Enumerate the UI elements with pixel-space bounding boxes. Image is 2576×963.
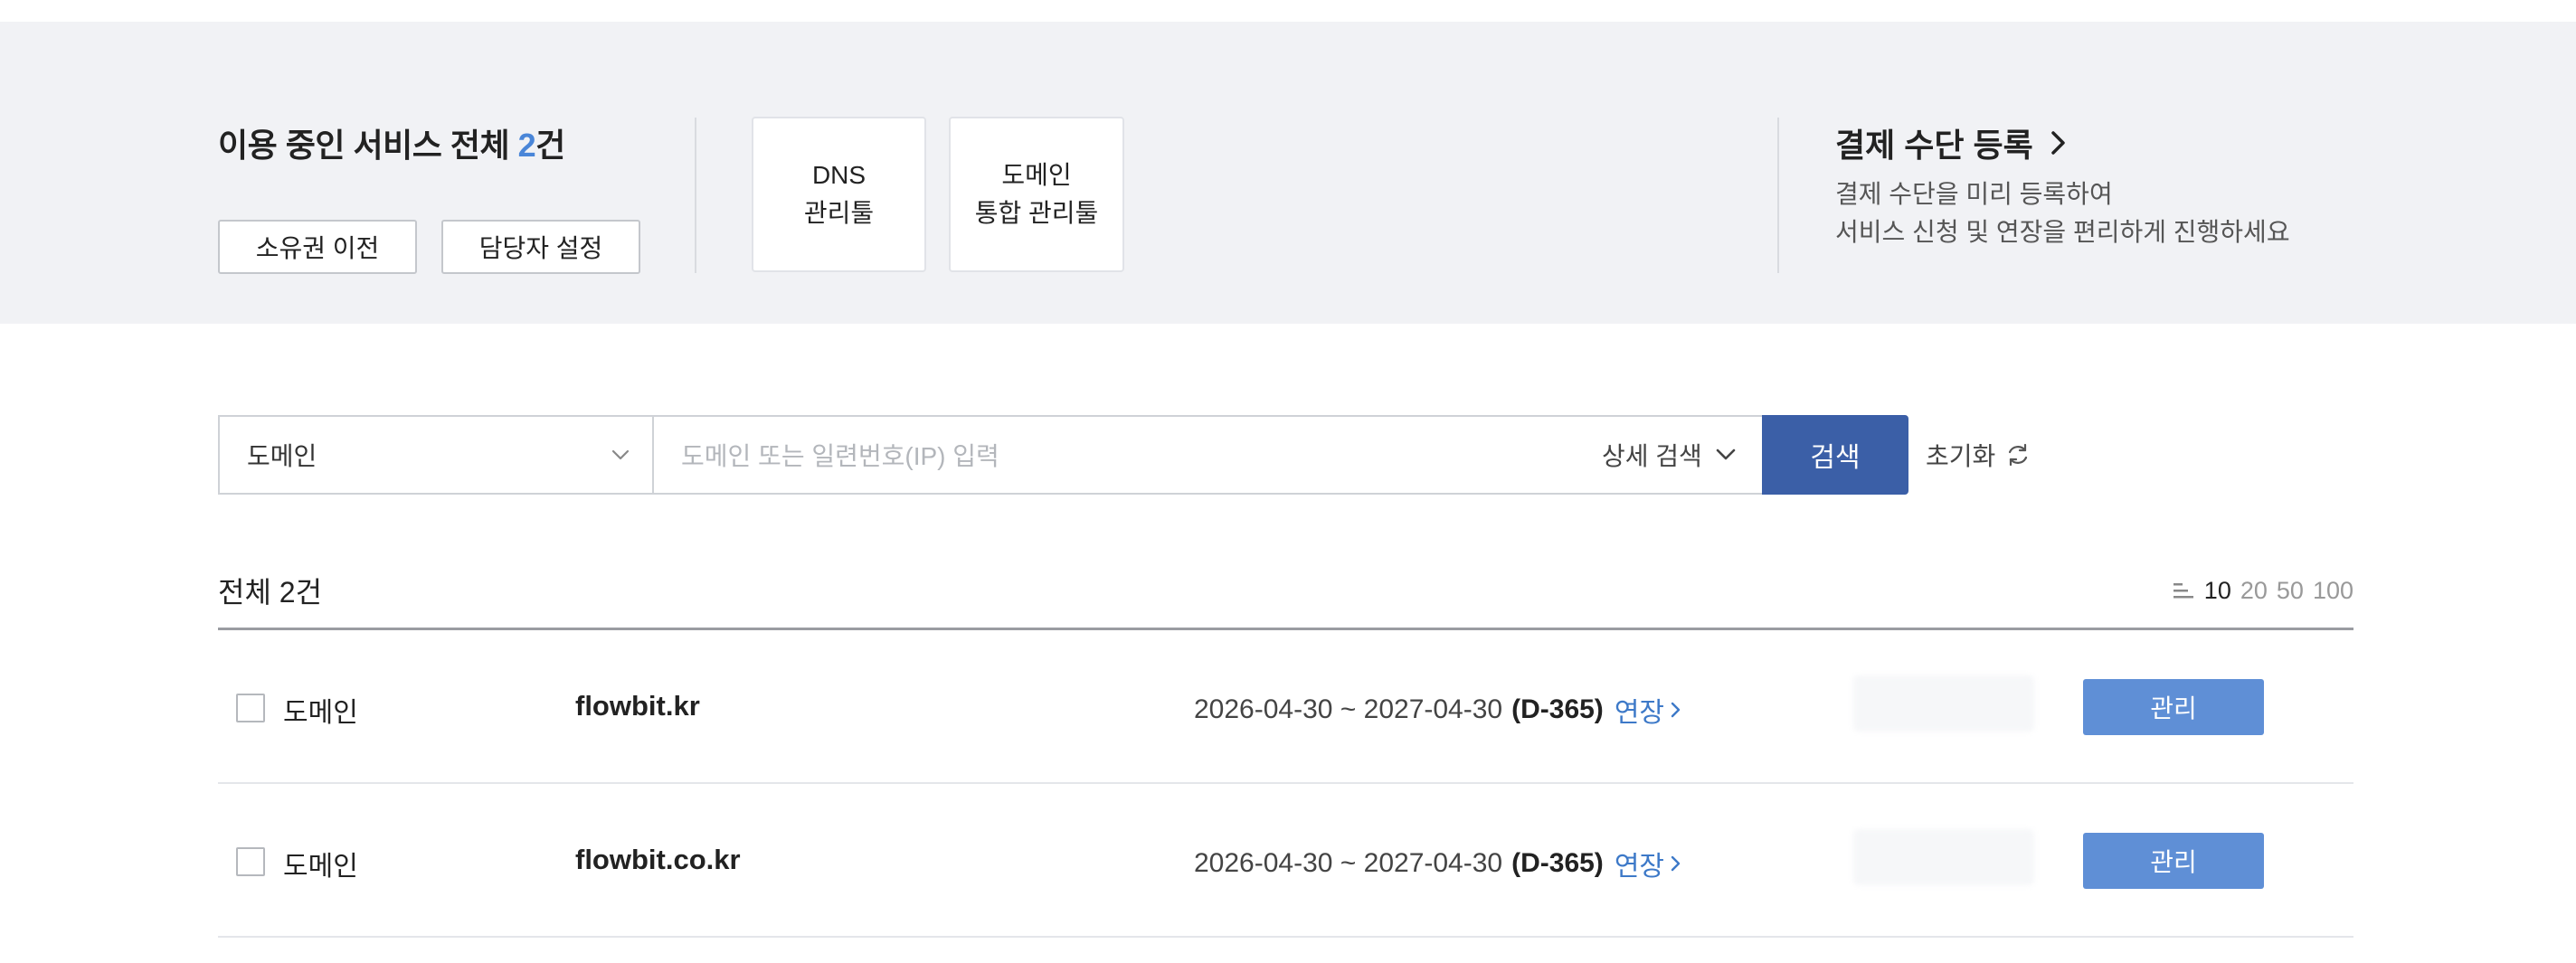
chevron-down-icon bbox=[1716, 448, 1736, 460]
period-range: 2026-04-30 ~ 2027-04-30 bbox=[1194, 848, 1503, 878]
payment-method-register-link[interactable]: 결제 수단 등록 bbox=[1835, 119, 2069, 166]
advanced-search-label: 상세 검색 bbox=[1602, 442, 1702, 470]
blurred-status bbox=[1853, 675, 2034, 732]
search-category-value: 도메인 bbox=[247, 442, 317, 470]
renew-link[interactable]: 연장 bbox=[1615, 690, 1682, 730]
domain-tool-card[interactable]: 도메인 통합 관리툴 bbox=[949, 117, 1124, 272]
manager-settings-button[interactable]: 담당자 설정 bbox=[441, 220, 640, 274]
divider bbox=[695, 118, 696, 273]
search-button[interactable]: 검색 bbox=[1762, 415, 1908, 495]
refresh-icon bbox=[2009, 443, 2028, 467]
renew-label: 연장 bbox=[1614, 852, 1665, 882]
divider bbox=[1777, 118, 1779, 273]
list-lines-icon bbox=[2173, 582, 2193, 598]
service-count-title: 이용 중인 서비스 전체 2건 bbox=[218, 119, 565, 166]
chevron-right-icon bbox=[1671, 855, 1681, 872]
payment-desc-line1: 결제 수단을 미리 등록하여 bbox=[1835, 180, 2113, 208]
service-type: 도메인 bbox=[283, 852, 358, 882]
domain-tool-label-line1: 도메인 bbox=[1001, 161, 1072, 189]
page-size-selector: 10 20 50 100 bbox=[2172, 577, 2353, 605]
row-checkbox[interactable] bbox=[236, 847, 265, 876]
ownership-transfer-button[interactable]: 소유권 이전 bbox=[218, 220, 417, 274]
dns-tool-card[interactable]: DNS 관리툴 bbox=[752, 117, 926, 272]
domain-name: flowbit.co.kr bbox=[575, 844, 741, 875]
service-period: 2026-04-30 ~ 2027-04-30 (D-365) 연장 bbox=[1194, 844, 1682, 883]
page-size-20[interactable]: 20 bbox=[2240, 577, 2268, 605]
service-period: 2026-04-30 ~ 2027-04-30 (D-365) 연장 bbox=[1194, 690, 1682, 730]
domain-name: flowbit.kr bbox=[575, 690, 700, 722]
dns-tool-label-line2: 관리툴 bbox=[803, 199, 875, 227]
service-title-suffix: 건 bbox=[535, 127, 565, 164]
chevron-right-icon bbox=[2050, 131, 2065, 155]
search-input-wrap: 상세 검색 bbox=[652, 415, 1801, 495]
service-type: 도메인 bbox=[283, 698, 358, 728]
service-title-prefix: 이용 중인 서비스 전체 bbox=[218, 127, 518, 164]
chevron-right-icon bbox=[1671, 702, 1681, 718]
renew-label: 연장 bbox=[1614, 698, 1665, 728]
advanced-search-toggle[interactable]: 상세 검색 bbox=[1602, 417, 1737, 493]
period-range: 2026-04-30 ~ 2027-04-30 bbox=[1194, 694, 1503, 724]
service-summary-panel: 이용 중인 서비스 전체 2건 소유권 이전 담당자 설정 DNS 관리툴 도메… bbox=[0, 22, 2576, 324]
days-remaining: (D-365) bbox=[1511, 694, 1604, 724]
list-total-count: 전체 2건 bbox=[218, 576, 323, 609]
search-bar: 도메인 상세 검색 검색 bbox=[218, 415, 1908, 495]
chevron-down-icon bbox=[611, 449, 630, 460]
dns-tool-label-line1: DNS bbox=[811, 161, 867, 189]
page-size-10[interactable]: 10 bbox=[2204, 577, 2231, 605]
table-row: 도메인 flowbit.kr 2026-04-30 ~ 2027-04-30 (… bbox=[218, 630, 2353, 784]
reset-button[interactable]: 초기화 bbox=[1926, 415, 2031, 495]
domain-tool-label-line2: 통합 관리툴 bbox=[974, 199, 1099, 227]
manage-button[interactable]: 관리 bbox=[2083, 833, 2264, 889]
payment-desc-line2: 서비스 신청 및 연장을 편리하게 진행하세요 bbox=[1835, 218, 2290, 246]
row-checkbox[interactable] bbox=[236, 694, 265, 722]
renew-link[interactable]: 연장 bbox=[1615, 844, 1682, 883]
payment-description: 결제 수단을 미리 등록하여 서비스 신청 및 연장을 편리하게 진행하세요 bbox=[1835, 175, 2290, 251]
top-strip bbox=[0, 0, 2576, 22]
search-category-select[interactable]: 도메인 bbox=[218, 415, 652, 495]
reset-label: 초기화 bbox=[1926, 442, 1996, 470]
payment-title-label: 결제 수단 등록 bbox=[1835, 127, 2033, 164]
page-size-50[interactable]: 50 bbox=[2277, 577, 2304, 605]
service-count: 2 bbox=[517, 127, 536, 164]
search-input[interactable] bbox=[681, 435, 1531, 478]
table-row: 도메인 flowbit.co.kr 2026-04-30 ~ 2027-04-3… bbox=[218, 784, 2353, 938]
days-remaining: (D-365) bbox=[1511, 848, 1604, 878]
page-size-100[interactable]: 100 bbox=[2313, 577, 2353, 605]
blurred-status bbox=[1853, 829, 2034, 885]
manage-button[interactable]: 관리 bbox=[2083, 679, 2264, 735]
